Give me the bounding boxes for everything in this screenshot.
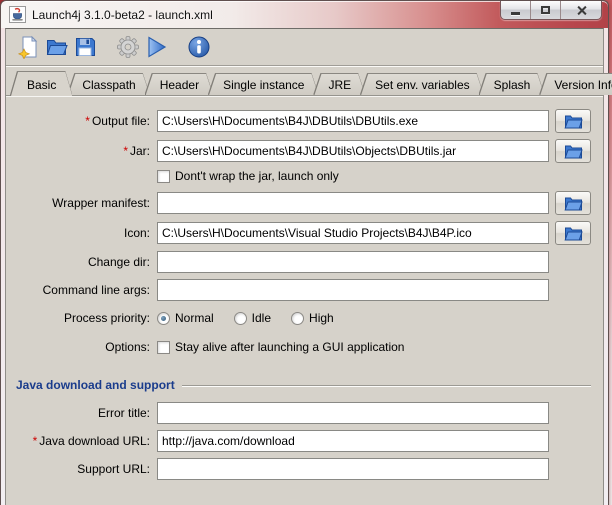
error-title-label: Error title: [97, 406, 150, 420]
output-file-label: * Output file: [85, 114, 150, 128]
java-download-url-label: * Java download URL: [32, 434, 150, 448]
output-file-row: * Output file: [14, 109, 595, 133]
folder-icon [563, 227, 583, 240]
folder-icon [563, 197, 583, 210]
save-floppy-icon [76, 38, 95, 56]
close-button[interactable] [561, 1, 601, 19]
command-line-args-input[interactable] [157, 279, 549, 301]
tab-splash[interactable]: Splash [480, 74, 545, 95]
desktop-wallpaper: Launch4j 3.1.0-beta2 - launch.xml Basic … [0, 0, 612, 505]
icon-row: Icon: [14, 221, 595, 245]
maximize-icon [541, 6, 550, 14]
dont-wrap-checkbox[interactable] [157, 169, 170, 183]
window-frame: Basic Classpath Header Single instance J… [0, 28, 609, 505]
priority-high-radio[interactable]: High [291, 311, 334, 325]
maximize-button[interactable] [531, 1, 561, 19]
radio-icon [157, 311, 170, 325]
java-download-section-header: Java download and support [16, 378, 591, 392]
tab-jre[interactable]: JRE [314, 74, 365, 95]
tab-strip: Basic Classpath Header Single instance J… [6, 67, 603, 95]
open-config-button[interactable] [43, 33, 71, 61]
error-title-input[interactable] [157, 402, 549, 424]
change-dir-input[interactable] [157, 251, 549, 273]
change-dir-label: Change dir: [87, 255, 150, 269]
titlebar[interactable]: Launch4j 3.1.0-beta2 - launch.xml [0, 0, 609, 28]
priority-normal-radio[interactable]: Normal [157, 311, 214, 325]
output-file-input[interactable] [157, 110, 549, 132]
tab-basic[interactable]: Basic [11, 72, 72, 96]
basic-tab-panel: *Output file: *Jar: [6, 95, 603, 505]
minimize-icon [511, 11, 520, 15]
process-priority-label: Process priority: [63, 311, 150, 325]
window-controls [500, 1, 602, 20]
icon-input[interactable] [157, 222, 549, 244]
tab-set-env-variables[interactable]: Set env. variables [361, 74, 484, 95]
section-divider [181, 385, 591, 387]
required-marker: * [32, 434, 38, 448]
wrapper-manifest-row: Wrapper manifest: [14, 191, 595, 215]
info-icon [188, 36, 210, 58]
gear-icon [117, 36, 139, 58]
java-download-url-input[interactable] [157, 430, 549, 452]
wrapper-manifest-label: Wrapper manifest: [52, 196, 150, 210]
options-label: Options: [105, 340, 150, 354]
toolbar [6, 29, 603, 65]
required-marker: * [123, 144, 128, 158]
java-cup-icon [9, 6, 26, 23]
build-wrapper-button[interactable] [114, 33, 142, 61]
jar-input[interactable] [157, 140, 549, 162]
support-url-label: Support URL: [77, 462, 150, 476]
save-config-button[interactable] [71, 33, 99, 61]
command-line-args-label: Command line args: [42, 283, 150, 297]
error-title-row: Error title: [14, 402, 595, 424]
tab-header[interactable]: Header [146, 74, 213, 95]
jar-label: * Jar: [123, 144, 150, 158]
play-icon [148, 36, 167, 58]
test-wrapper-button[interactable] [142, 33, 170, 61]
launch4j-window: Launch4j 3.1.0-beta2 - launch.xml Basic … [0, 0, 609, 505]
tab-classpath[interactable]: Classpath [68, 74, 149, 95]
stay-alive-label: Stay alive after launching a GUI applica… [175, 340, 405, 354]
minimize-button[interactable] [501, 1, 531, 19]
wrapper-manifest-browse-button[interactable] [555, 191, 591, 215]
window-content: Basic Classpath Header Single instance J… [5, 28, 604, 505]
tab-single-instance[interactable]: Single instance [209, 74, 318, 95]
stay-alive-checkbox[interactable] [157, 340, 170, 354]
wrapper-manifest-input[interactable] [157, 192, 549, 214]
icon-label: Icon: [123, 226, 150, 240]
process-priority-row: Process priority: Normal Idle High [14, 307, 595, 329]
section-title: Java download and support [16, 378, 175, 392]
priority-radio-group: Normal Idle High [157, 307, 334, 329]
radio-icon [233, 311, 247, 325]
dont-wrap-row: Dont't wrap the jar, launch only [157, 169, 595, 183]
required-marker: * [85, 114, 90, 128]
open-folder-icon [46, 40, 68, 55]
folder-icon [563, 145, 583, 158]
support-url-input[interactable] [157, 458, 549, 480]
priority-idle-radio[interactable]: Idle [233, 311, 271, 325]
change-dir-row: Change dir: [14, 251, 595, 273]
java-download-url-row: * Java download URL: [14, 430, 595, 452]
command-line-args-row: Command line args: [14, 279, 595, 301]
output-file-browse-button[interactable] [555, 109, 591, 133]
new-file-icon [17, 35, 38, 59]
options-row: Options: Stay alive after launching a GU… [14, 336, 595, 358]
radio-icon [291, 311, 305, 325]
support-url-row: Support URL: [14, 458, 595, 480]
tab-version-info[interactable]: Version Info [540, 74, 612, 95]
new-config-button[interactable] [15, 33, 43, 61]
about-button[interactable] [185, 33, 213, 61]
icon-browse-button[interactable] [555, 221, 591, 245]
window-title: Launch4j 3.1.0-beta2 - launch.xml [32, 7, 213, 22]
folder-icon [563, 115, 583, 128]
jar-row: * Jar: [14, 139, 595, 163]
jar-browse-button[interactable] [555, 139, 591, 163]
dont-wrap-label: Dont't wrap the jar, launch only [175, 169, 339, 183]
close-icon [576, 5, 587, 16]
